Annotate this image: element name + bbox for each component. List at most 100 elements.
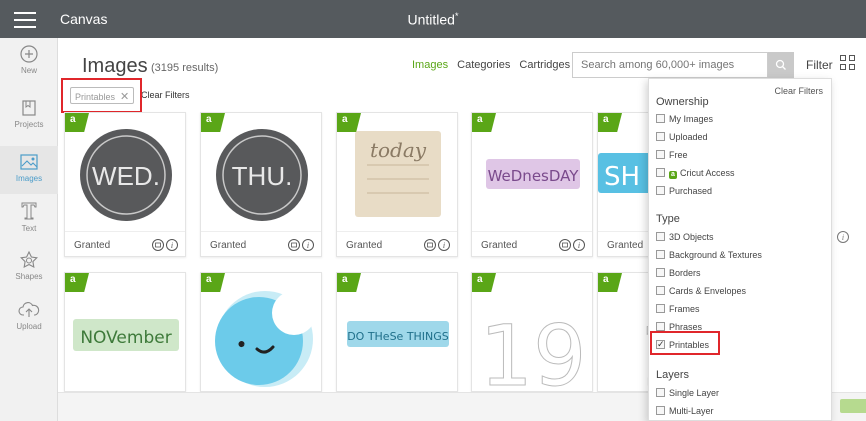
svg-text:i: i: [307, 241, 309, 250]
info-icon[interactable]: i: [836, 230, 866, 250]
section-type: Type: [656, 213, 680, 225]
checkbox-checked[interactable]: [656, 338, 665, 351]
tile-status: Granted: [607, 240, 644, 251]
option-my-images[interactable]: My Images: [656, 113, 713, 126]
tile-status: Granted: [346, 240, 383, 251]
image-tile[interactable]: THU. a Granted i: [200, 112, 322, 257]
sidebar-item-shapes[interactable]: Shapes: [0, 250, 58, 294]
checkbox[interactable]: [656, 388, 665, 397]
print-info-icon[interactable]: i: [288, 238, 316, 252]
option-free[interactable]: Free: [656, 149, 688, 162]
filter-clear-link[interactable]: Clear Filters: [774, 86, 823, 96]
sidebar-item-label: Shapes: [15, 272, 43, 281]
image-tile[interactable]: NOVember a: [64, 272, 186, 392]
filter-chip-printables[interactable]: Printables ✕: [70, 87, 135, 104]
option-purchased[interactable]: Purchased: [656, 185, 712, 198]
sidebar-item-label: Upload: [16, 322, 42, 331]
option-printables[interactable]: Printables: [656, 338, 710, 352]
browse-tabs: Images Categories Cartridges: [412, 59, 576, 71]
option-single-layer[interactable]: Single Layer: [656, 387, 719, 400]
shapes-icon: [20, 250, 38, 268]
print-info-icon[interactable]: i: [559, 238, 587, 252]
chip-label: Printables: [75, 92, 116, 102]
filter-panel: Clear Filters Ownership My Images Upload…: [648, 78, 832, 421]
option-borders[interactable]: Borders: [656, 267, 701, 280]
sidebar-item-upload[interactable]: Upload: [0, 300, 58, 344]
svg-text:i: i: [578, 241, 580, 250]
checkbox[interactable]: [656, 250, 665, 259]
checkbox[interactable]: [656, 406, 665, 415]
sidebar-item-projects[interactable]: Projects: [0, 98, 58, 142]
document-title[interactable]: Untitled*: [0, 11, 866, 28]
search-button[interactable]: [768, 52, 794, 78]
tab-cartridges[interactable]: Cartridges: [519, 59, 570, 71]
checkbox[interactable]: [656, 186, 665, 195]
tile-footer: Granted i: [65, 231, 185, 256]
grid-view-icon[interactable]: [840, 55, 856, 71]
image-tile[interactable]: today a Granted i: [336, 112, 458, 257]
clear-filters-link[interactable]: Clear Filters: [141, 90, 190, 100]
option-cricut-access[interactable]: a Cricut Access: [656, 167, 735, 180]
option-multi-layer[interactable]: Multi-Layer: [656, 405, 714, 418]
svg-text:i: i: [171, 241, 173, 250]
sidebar-item-label: New: [20, 66, 37, 75]
tile-art-text: THU.: [232, 161, 293, 191]
unsaved-marker: *: [454, 11, 459, 21]
page-title: Images: [82, 55, 148, 77]
checkbox[interactable]: [656, 286, 665, 295]
app-title: Canvas: [60, 11, 108, 27]
image-tile[interactable]: WED. a Granted i: [64, 112, 186, 257]
tile-art-text: today: [370, 138, 427, 162]
chip-close-icon[interactable]: ✕: [120, 91, 129, 103]
images-icon: [20, 154, 38, 170]
tab-images[interactable]: Images: [412, 59, 448, 71]
image-tile[interactable]: WeDnesDAY a Granted i: [471, 112, 593, 257]
image-tile[interactable]: a: [200, 272, 322, 392]
sidebar-item-label: Text: [21, 224, 37, 233]
checkbox[interactable]: [656, 150, 665, 159]
tile-art-text: DO THeSe THINGS: [347, 330, 449, 343]
print-info-icon[interactable]: i: [152, 238, 180, 252]
section-layers: Layers: [656, 369, 690, 381]
option-label: 3D Objects: [669, 232, 714, 242]
tile-status: Granted: [210, 240, 247, 251]
document-title-text: Untitled: [407, 11, 455, 28]
sidebar-item-new[interactable]: New: [0, 44, 58, 88]
option-label: Purchased: [669, 186, 713, 196]
option-label: Printables: [669, 340, 710, 350]
left-sidebar: New Projects Images Text Shapes Upload: [0, 38, 58, 421]
sidebar-item-label: Projects: [14, 120, 44, 129]
option-3d-objects[interactable]: 3D Objects: [656, 231, 714, 244]
option-uploaded[interactable]: Uploaded: [656, 131, 708, 144]
checkbox[interactable]: [656, 322, 665, 331]
option-label: Borders: [669, 268, 701, 278]
option-background-textures[interactable]: Background & Textures: [656, 249, 762, 262]
option-cards-envelopes[interactable]: Cards & Envelopes: [656, 285, 746, 298]
checkbox[interactable]: [656, 114, 665, 123]
checkbox[interactable]: [656, 304, 665, 313]
image-tile[interactable]: DO THeSe THINGS a: [336, 272, 458, 392]
tile-status: Granted: [481, 240, 518, 251]
sidebar-item-text[interactable]: Text: [0, 200, 58, 244]
checkbox[interactable]: [656, 132, 665, 141]
option-phrases[interactable]: Phrases: [656, 321, 702, 334]
print-info-icon[interactable]: i: [424, 238, 452, 252]
plus-circle-icon: [20, 45, 38, 63]
option-frames[interactable]: Frames: [656, 303, 700, 316]
checkbox[interactable]: [656, 232, 665, 241]
tile-art-text: 19: [480, 307, 587, 391]
checkbox[interactable]: [656, 168, 665, 177]
tile-art-text: NOVember: [80, 328, 171, 348]
option-label: Single Layer: [669, 388, 720, 398]
top-bar: Canvas Untitled*: [0, 0, 866, 38]
image-tile[interactable]: 19 a: [471, 272, 593, 392]
tile-status: Granted: [74, 240, 111, 251]
hamburger-menu-icon[interactable]: [14, 12, 36, 28]
tile-footer: Granted i: [337, 231, 457, 256]
sidebar-item-images[interactable]: Images: [0, 146, 58, 194]
filter-button[interactable]: Filter: [806, 58, 833, 72]
action-button-edge[interactable]: [840, 399, 866, 413]
checkbox[interactable]: [656, 268, 665, 277]
tab-categories[interactable]: Categories: [457, 59, 510, 71]
search-input[interactable]: [572, 52, 768, 78]
